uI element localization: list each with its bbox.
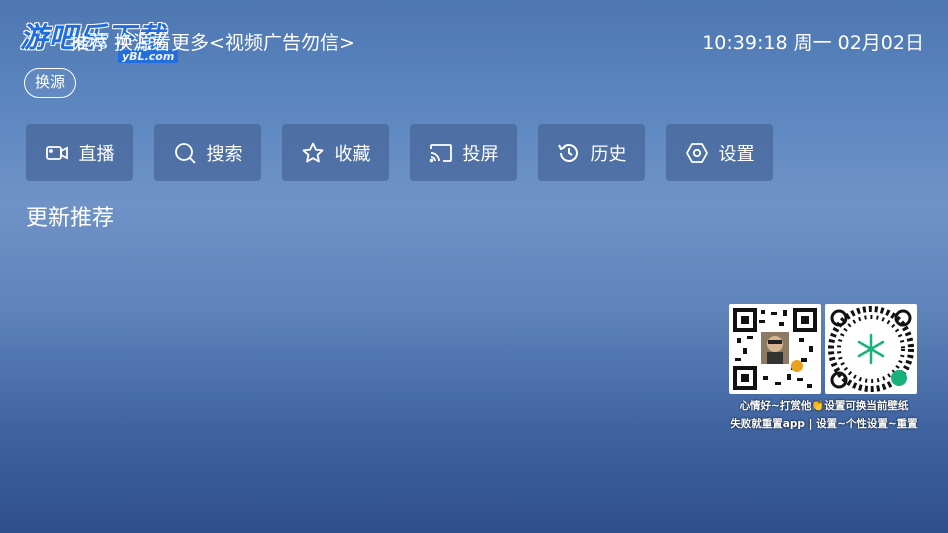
- nav-search-button[interactable]: 搜索: [154, 124, 261, 181]
- nav-history-label: 历史: [590, 143, 627, 165]
- qr-code-pattern: [733, 308, 817, 390]
- cast-icon: [429, 143, 452, 162]
- qr-caption-tip: 心情好~打赏他👏设置可换当前壁纸: [739, 400, 909, 412]
- nav-settings-label: 设置: [718, 143, 755, 165]
- nav-favorites-label: 收藏: [334, 143, 371, 165]
- qr-caption-reset: 失败就重置app | 设置~个性设置~重置: [730, 418, 918, 430]
- nav-live-label: 直播: [78, 143, 115, 165]
- star-icon: [302, 142, 323, 162]
- qr-panel: 心情好~打赏他👏设置可换当前壁纸 失败就重置app | 设置~个性设置~重置: [725, 302, 923, 434]
- video-camera-icon: [45, 145, 68, 160]
- nav-search-label: 搜索: [206, 143, 243, 165]
- nav-history-button[interactable]: 历史: [538, 124, 645, 181]
- nav-live-button[interactable]: 直播: [26, 124, 133, 181]
- history-icon: [557, 143, 578, 162]
- change-source-button[interactable]: 换源: [24, 68, 77, 98]
- nav-cast-button[interactable]: 投屏: [410, 124, 517, 181]
- nav-favorites-button[interactable]: 收藏: [282, 124, 389, 181]
- settings-hexagon-icon: [685, 142, 708, 163]
- header-notice: 推荐 换源看更多<视频广告勿信>: [70, 32, 355, 54]
- donate-qr-code: [729, 304, 821, 394]
- nav-settings-button[interactable]: 设置: [666, 124, 773, 181]
- search-icon: [174, 142, 196, 164]
- main-nav: 直播 搜索 收藏 投屏 历史 设置: [26, 124, 773, 181]
- section-title-updates: 更新推荐: [26, 206, 115, 231]
- nav-cast-label: 投屏: [462, 143, 499, 165]
- header-clock: 10:39:18 周一 02月02日: [702, 32, 924, 54]
- miniapp-qr-code: [825, 304, 917, 394]
- mini-program-code-pattern: [828, 306, 914, 392]
